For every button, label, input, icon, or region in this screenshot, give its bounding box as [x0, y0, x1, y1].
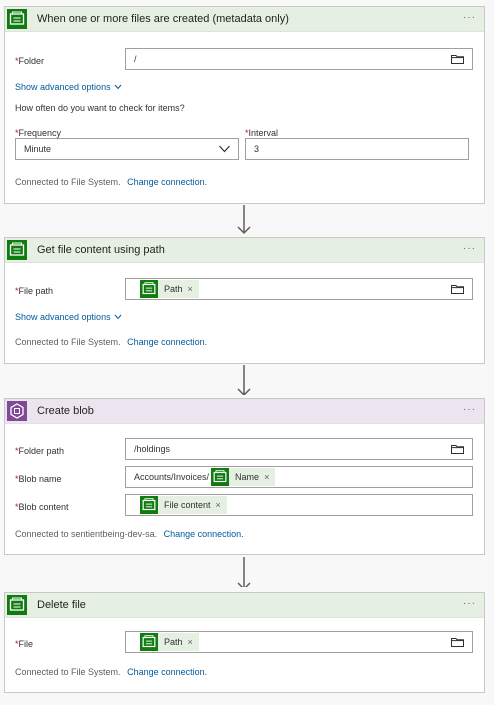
- action-card-get-file-content: Get file content using path ··· *File pa…: [4, 237, 485, 364]
- path-token[interactable]: Path ×: [140, 633, 199, 651]
- token-label: Name: [235, 472, 260, 482]
- blob-content-input[interactable]: File content ×: [125, 494, 473, 516]
- folder-path-value: /holdings: [134, 444, 171, 454]
- folder-input[interactable]: /: [125, 48, 473, 70]
- folder-path-input[interactable]: /holdings: [125, 438, 473, 460]
- card-header[interactable]: Get file content using path ···: [5, 238, 484, 263]
- blob-name-prefix: Accounts/Invoices/: [134, 472, 210, 482]
- card-header[interactable]: Create blob ···: [5, 399, 484, 424]
- arrow-down-icon: [237, 205, 251, 235]
- connection-status: Connected to File System.: [15, 337, 121, 347]
- file-input[interactable]: Path ×: [125, 631, 473, 653]
- file-system-icon: [140, 496, 158, 514]
- arrow-down-icon: [237, 557, 251, 587]
- action-card-create-blob: Create blob ··· *Folder path /holdings *…: [4, 398, 485, 555]
- change-connection-link[interactable]: Change connection.: [164, 529, 244, 539]
- remove-token-icon[interactable]: ×: [188, 284, 193, 294]
- blob-content-label: *Blob content: [15, 502, 69, 512]
- interval-input[interactable]: 3: [245, 138, 469, 160]
- blob-storage-icon: [7, 401, 27, 421]
- token-label: Path: [164, 284, 183, 294]
- card-title: When one or more files are created (meta…: [37, 13, 289, 25]
- interval-value: 3: [254, 144, 260, 154]
- more-options-icon[interactable]: ···: [463, 13, 476, 23]
- card-header[interactable]: When one or more files are created (meta…: [5, 7, 484, 32]
- folder-label: *Folder: [15, 56, 45, 66]
- file-system-icon: [7, 240, 27, 260]
- file-path-input[interactable]: Path ×: [125, 278, 473, 300]
- more-options-icon[interactable]: ···: [463, 599, 476, 609]
- file-system-icon: [140, 633, 158, 651]
- connection-info: Connected to File System. Change connect…: [15, 337, 207, 347]
- frequency-label: *Frequency: [15, 128, 62, 138]
- chevron-down-icon: [114, 84, 122, 90]
- folder-icon[interactable]: [451, 284, 464, 294]
- change-connection-link[interactable]: Change connection.: [127, 667, 207, 677]
- connection-status: Connected to File System.: [15, 667, 121, 677]
- frequency-select[interactable]: Minute: [15, 138, 239, 160]
- token-label: Path: [164, 637, 183, 647]
- token-label: File content: [164, 500, 211, 510]
- remove-token-icon[interactable]: ×: [188, 637, 193, 647]
- frequency-value: Minute: [24, 144, 52, 154]
- card-title: Delete file: [37, 599, 86, 611]
- trigger-card-files-created: When one or more files are created (meta…: [4, 6, 485, 204]
- blob-name-input[interactable]: Accounts/Invoices/ Name ×: [125, 466, 473, 488]
- arrow-down-icon: [237, 365, 251, 395]
- connection-info: Connected to File System. Change connect…: [15, 667, 207, 677]
- name-token[interactable]: Name ×: [211, 468, 276, 486]
- interval-label: *Interval: [245, 128, 279, 138]
- connection-status: Connected to sentientbeing-dev-sa.: [15, 529, 158, 539]
- more-options-icon[interactable]: ···: [463, 405, 476, 415]
- folder-value: /: [134, 54, 137, 64]
- check-frequency-prompt: How often do you want to check for items…: [15, 103, 185, 113]
- action-card-delete-file: Delete file ··· *File Path × Connected t…: [4, 592, 485, 693]
- connection-info: Connected to sentientbeing-dev-sa. Chang…: [15, 529, 244, 539]
- file-content-token[interactable]: File content ×: [140, 496, 227, 514]
- connection-status: Connected to File System.: [15, 177, 121, 187]
- remove-token-icon[interactable]: ×: [264, 472, 269, 482]
- chevron-down-icon: [114, 314, 122, 320]
- blob-name-label: *Blob name: [15, 474, 62, 484]
- chevron-down-icon: [219, 145, 230, 153]
- card-header[interactable]: Delete file ···: [5, 593, 484, 618]
- file-system-icon: [211, 468, 230, 486]
- change-connection-link[interactable]: Change connection.: [127, 177, 207, 187]
- show-advanced-options-link[interactable]: Show advanced options: [15, 82, 122, 92]
- folder-icon[interactable]: [451, 444, 464, 454]
- folder-path-label: *Folder path: [15, 446, 65, 456]
- path-token[interactable]: Path ×: [140, 280, 199, 298]
- card-title: Create blob: [37, 405, 94, 417]
- show-advanced-options-link[interactable]: Show advanced options: [15, 312, 122, 322]
- connection-info: Connected to File System. Change connect…: [15, 177, 207, 187]
- file-system-icon: [140, 280, 158, 298]
- card-title: Get file content using path: [37, 244, 165, 256]
- folder-icon[interactable]: [451, 637, 464, 647]
- file-system-icon: [7, 595, 27, 615]
- folder-icon[interactable]: [451, 54, 464, 64]
- more-options-icon[interactable]: ···: [463, 244, 476, 254]
- file-system-icon: [7, 9, 27, 29]
- file-path-label: *File path: [15, 286, 54, 296]
- change-connection-link[interactable]: Change connection.: [127, 337, 207, 347]
- file-label: *File: [15, 639, 34, 649]
- remove-token-icon[interactable]: ×: [216, 500, 221, 510]
